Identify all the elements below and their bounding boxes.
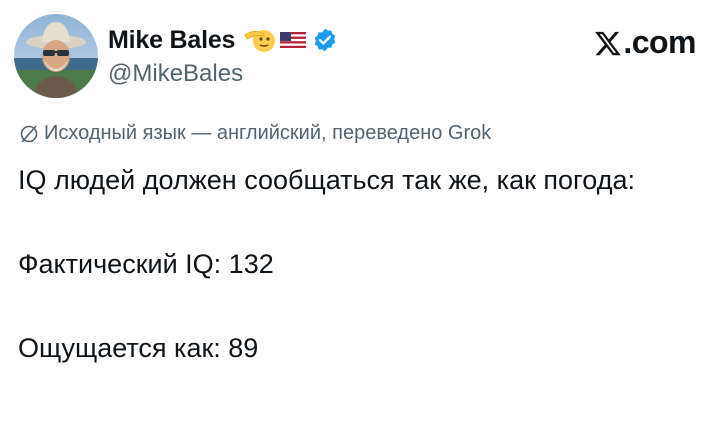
name-row: Mike Bales <box>108 22 338 58</box>
tweet-text: IQ людей должен сообщаться так же, как п… <box>18 160 708 368</box>
saluting-face-icon <box>243 25 277 55</box>
tweet-line: Ощущается как: 89 <box>18 333 259 363</box>
tweet-line: Фактический IQ: 132 <box>18 249 274 279</box>
tweet-line: IQ людей должен сообщаться так же, как п… <box>18 165 635 195</box>
display-name[interactable]: Mike Bales <box>108 26 235 55</box>
avatar-photo <box>14 14 98 98</box>
user-handle[interactable]: @MikeBales <box>108 60 338 88</box>
translation-icon <box>20 124 38 143</box>
avatar[interactable] <box>14 14 98 98</box>
x-com-watermark: .com <box>594 24 696 61</box>
translation-note[interactable]: Исходный язык — английский, переведено G… <box>18 122 491 145</box>
us-flag-icon <box>280 30 307 50</box>
author-block: Mike Bales @MikeBales <box>108 22 338 88</box>
tweet-card: Mike Bales @MikeBales .com Исходный язык… <box>0 0 728 427</box>
verified-badge-icon[interactable] <box>312 27 338 53</box>
x-logo-icon <box>595 31 622 55</box>
translation-note-text: Исходный язык — английский, переведено G… <box>44 122 492 144</box>
brand-label: .com <box>623 24 696 60</box>
